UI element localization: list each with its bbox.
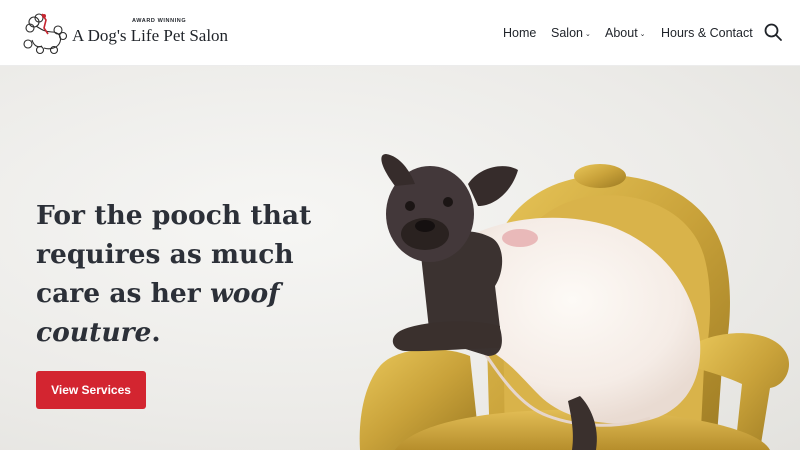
hero-section: For the pooch that requires as much care… <box>0 66 800 450</box>
nav-salon-label: Salon <box>551 26 583 40</box>
chevron-down-icon: ⌄ <box>584 31 591 38</box>
nav-salon[interactable]: Salon ⌄ <box>551 26 591 40</box>
search-icon[interactable] <box>762 21 784 43</box>
nav-home[interactable]: Home <box>503 26 536 40</box>
hero-headline-period: . <box>151 317 161 348</box>
logo-tagline: AWARD WINNING <box>132 18 187 24</box>
nav-about[interactable]: About ⌄ <box>605 26 646 40</box>
nav-hours-contact-label: Hours & Contact <box>661 26 753 40</box>
nav-hours-contact[interactable]: Hours & Contact <box>661 26 753 40</box>
hero-headline: For the pooch that requires as much care… <box>36 196 336 352</box>
poodle-logo-icon <box>23 13 68 55</box>
site-header: AWARD WINNING A Dog's Life Pet Salon Hom… <box>0 0 800 66</box>
nav-about-label: About <box>605 26 638 40</box>
nav-home-label: Home <box>503 26 537 40</box>
view-services-button[interactable]: View Services <box>36 371 146 409</box>
logo-name: A Dog's Life Pet Salon <box>72 26 229 45</box>
site-logo[interactable]: AWARD WINNING A Dog's Life Pet Salon <box>20 10 228 56</box>
chevron-down-icon: ⌄ <box>639 31 646 38</box>
